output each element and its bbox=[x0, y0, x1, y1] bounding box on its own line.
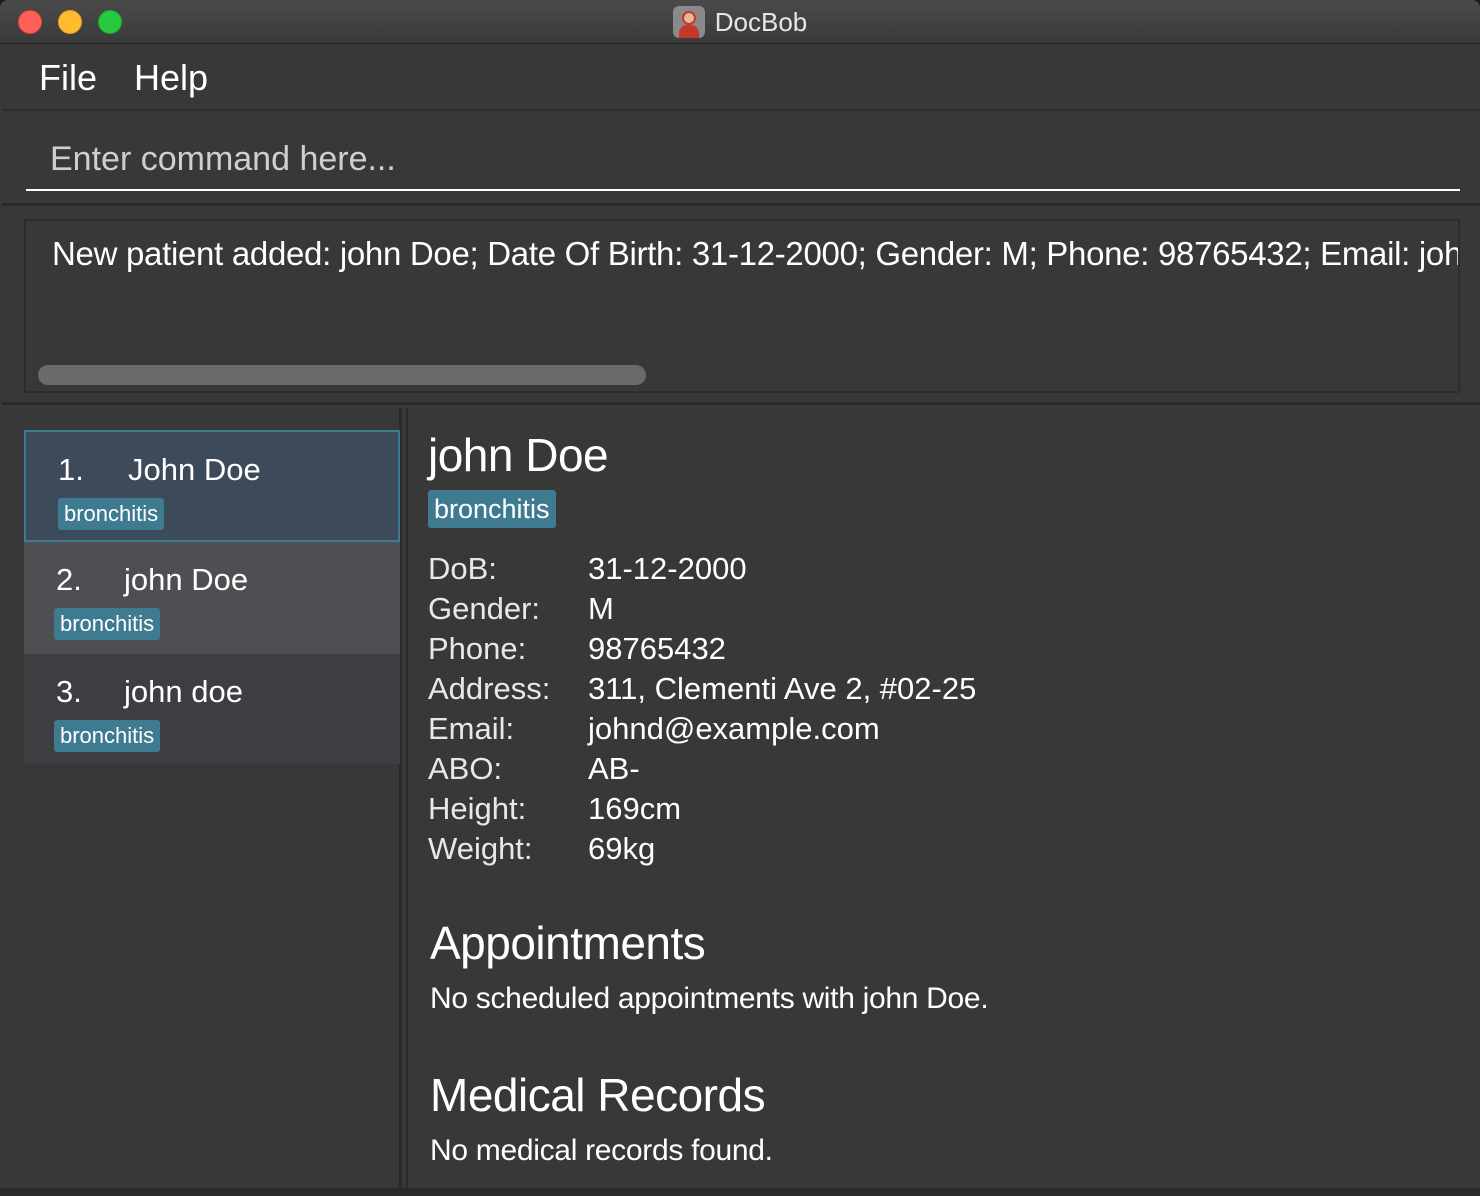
detail-tag: bronchitis bbox=[428, 490, 556, 528]
menu-help[interactable]: Help bbox=[134, 57, 208, 99]
window-bottom-edge bbox=[0, 1188, 1480, 1196]
patient-list-item[interactable]: 1. John Doe bronchitis bbox=[24, 430, 400, 542]
patient-list-item[interactable]: 3. john doe bronchitis bbox=[24, 654, 400, 764]
field-label: ABO: bbox=[428, 751, 503, 786]
field-value: 311, Clementi Ave 2, #02-25 bbox=[588, 671, 977, 706]
result-horizontal-scrollbar[interactable] bbox=[38, 365, 646, 385]
field-value: AB- bbox=[588, 751, 640, 786]
field-value: 169cm bbox=[588, 791, 682, 826]
patient-index: 1. bbox=[58, 452, 84, 487]
field-value: johnd@example.com bbox=[588, 711, 880, 746]
patient-index: 3. bbox=[56, 674, 82, 709]
appointments-heading: Appointments bbox=[430, 917, 706, 969]
patient-list-panel: 1. John Doe bronchitis 2. john Doe bronc… bbox=[2, 408, 402, 1188]
field-label: Height: bbox=[428, 791, 527, 826]
field-value: 69kg bbox=[588, 831, 656, 866]
patient-name: john Doe bbox=[124, 562, 249, 597]
medical-records-empty-text: No medical records found. bbox=[430, 1134, 773, 1167]
field-label: Weight: bbox=[428, 831, 533, 866]
menu-bar: File Help bbox=[2, 45, 1480, 111]
field-phone: Phone: 98765432 bbox=[428, 631, 1328, 671]
detail-patient-name: john Doe bbox=[428, 429, 609, 481]
field-abo: ABO: AB- bbox=[428, 751, 1328, 791]
app-window: DocBob File Help New patient added: john… bbox=[0, 0, 1480, 1196]
patient-list-item[interactable]: 2. john Doe bronchitis bbox=[24, 542, 400, 654]
field-value: 31-12-2000 bbox=[588, 551, 747, 586]
field-label: DoB: bbox=[428, 551, 497, 586]
result-text: New patient added: john Doe; Date Of Bir… bbox=[52, 235, 1458, 272]
patient-detail-content: john Doe bronchitis DoB: 31-12-2000 Gend… bbox=[428, 408, 1478, 1188]
menu-file[interactable]: File bbox=[39, 57, 97, 99]
field-label: Address: bbox=[428, 671, 551, 706]
result-display[interactable]: New patient added: john Doe; Date Of Bir… bbox=[24, 219, 1460, 393]
field-label: Gender: bbox=[428, 591, 541, 626]
app-logo-icon bbox=[672, 6, 705, 38]
field-label: Email: bbox=[428, 711, 515, 746]
patient-tag: bronchitis bbox=[58, 498, 165, 530]
patient-tag: bronchitis bbox=[54, 720, 161, 752]
field-label: Phone: bbox=[428, 631, 527, 666]
command-input[interactable] bbox=[26, 129, 1460, 191]
medical-records-heading: Medical Records bbox=[430, 1069, 766, 1121]
appointments-empty-text: No scheduled appointments with john Doe. bbox=[430, 982, 989, 1015]
patient-detail-panel: john Doe bronchitis DoB: 31-12-2000 Gend… bbox=[406, 408, 1480, 1188]
field-weight: Weight: 69kg bbox=[428, 831, 1328, 871]
field-dob: DoB: 31-12-2000 bbox=[428, 551, 1328, 591]
patient-tag: bronchitis bbox=[54, 608, 161, 640]
field-height: Height: 169cm bbox=[428, 791, 1328, 831]
patient-index: 2. bbox=[56, 562, 82, 597]
patient-name: john doe bbox=[124, 674, 243, 709]
patient-name: John Doe bbox=[128, 452, 261, 487]
title-bar[interactable]: DocBob bbox=[0, 0, 1480, 44]
field-address: Address: 311, Clementi Ave 2, #02-25 bbox=[428, 671, 1328, 711]
title-group: DocBob bbox=[0, 0, 1480, 44]
command-box bbox=[2, 113, 1480, 206]
field-value: M bbox=[588, 591, 614, 626]
window-title: DocBob bbox=[714, 6, 808, 37]
field-gender: Gender: M bbox=[428, 591, 1328, 631]
field-email: Email: johnd@example.com bbox=[428, 711, 1328, 751]
field-value: 98765432 bbox=[588, 631, 726, 666]
result-display-panel: New patient added: john Doe; Date Of Bir… bbox=[2, 209, 1480, 405]
